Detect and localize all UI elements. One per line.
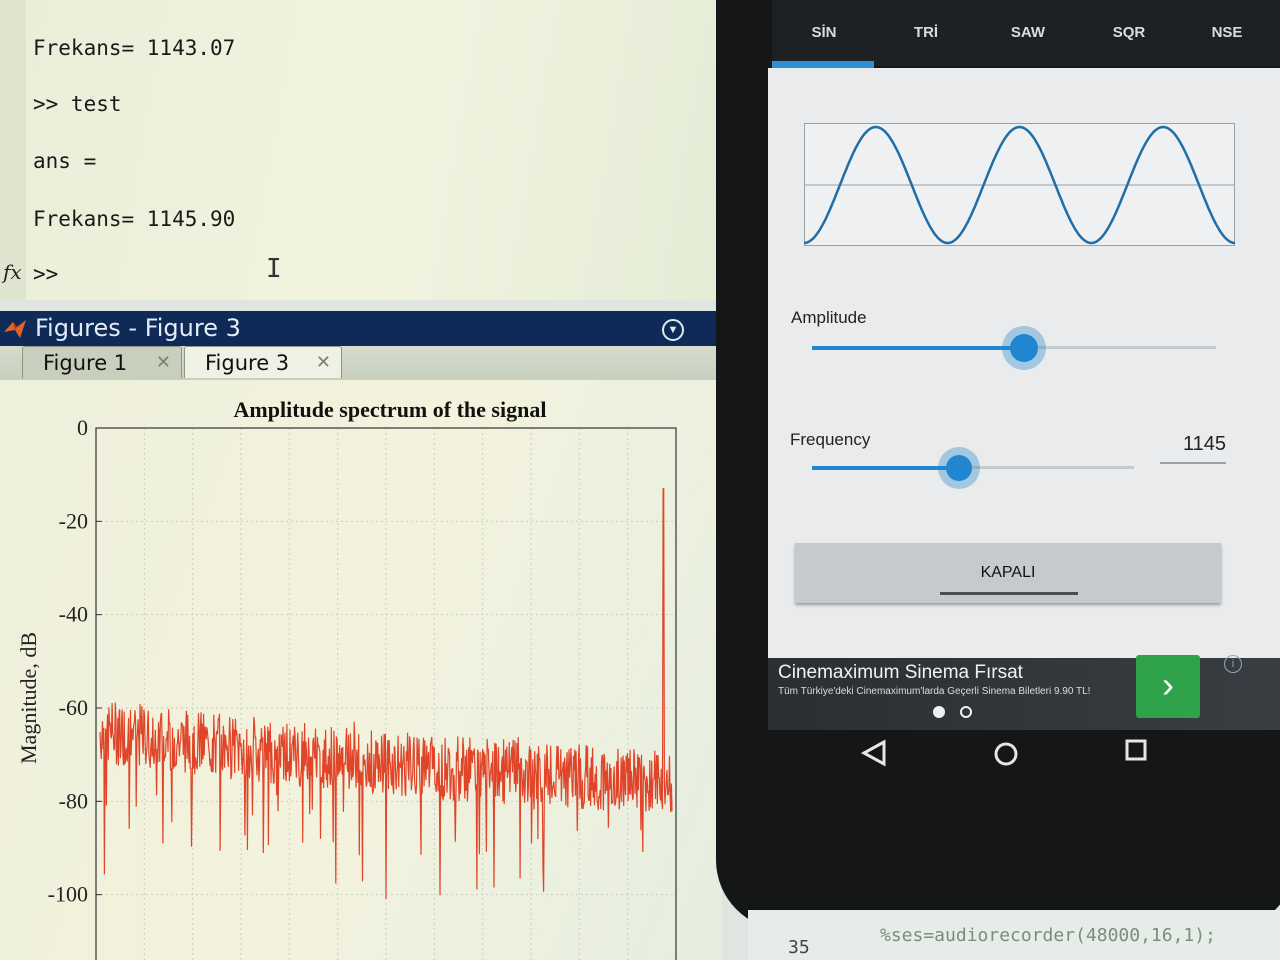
active-tab-indicator	[772, 61, 874, 68]
amplitude-spectrum-chart: Amplitude spectrum of the signal Magnitu…	[16, 397, 677, 960]
y-tick-label: -40	[59, 602, 88, 627]
close-icon[interactable]: ✕	[156, 347, 171, 379]
ad-page-dot[interactable]	[960, 706, 972, 718]
tab-triangle[interactable]: TRİ	[876, 24, 976, 41]
tab-square[interactable]: SQR	[1079, 24, 1179, 41]
chart-title: Amplitude spectrum of the signal	[234, 397, 547, 422]
amplitude-fill	[812, 346, 1024, 350]
frequency-slider[interactable]	[946, 455, 972, 481]
ad-description: Tüm Türkiye'deki Cinemaximum'larda Geçer…	[778, 686, 1091, 697]
y-axis-label: Magnitude, dB	[16, 632, 41, 764]
command-input-line: >> test	[33, 92, 122, 116]
y-tick-label: 0	[77, 415, 88, 440]
tab-sine[interactable]: SİN	[774, 24, 874, 41]
amplitude-label: Amplitude	[791, 308, 867, 327]
command-window-gutter	[0, 0, 26, 300]
figures-titlebar[interactable]: Figures - Figure 3 ▼	[0, 311, 722, 346]
command-window[interactable]: Frekans= 1143.07 >> test ans = Frekans= …	[0, 0, 720, 300]
back-icon[interactable]	[860, 738, 890, 768]
text-cursor-icon: I	[266, 254, 282, 284]
function-browser-icon[interactable]: fx	[3, 260, 22, 284]
ad-page-dot-active[interactable]	[933, 706, 945, 718]
command-output-line: Frekans= 1143.07	[33, 36, 236, 60]
ad-title: Cinemaximum Sinema Fırsat	[778, 662, 1023, 683]
tab-figure-3[interactable]: Figure 3 ✕	[184, 346, 342, 378]
y-tick-label: -20	[59, 508, 88, 533]
home-icon[interactable]	[992, 740, 1020, 768]
command-output-line: Frekans= 1145.90	[33, 207, 236, 231]
figure-tabstrip: Figure 1 ✕ Figure 3 ✕	[0, 346, 722, 381]
close-icon[interactable]: ✕	[316, 347, 331, 379]
figures-title: Figures - Figure 3	[35, 314, 241, 342]
toggle-underline	[940, 592, 1078, 595]
frequency-value-field[interactable]: 1145	[1160, 433, 1226, 464]
matlab-logo-icon	[4, 320, 26, 338]
line-number: 35	[788, 937, 810, 958]
window-menu-icon[interactable]: ▼	[662, 319, 684, 341]
command-output-line: ans =	[33, 149, 97, 173]
y-tick-label: -100	[48, 882, 88, 907]
code-line[interactable]: %ses=audiorecorder(48000,16,1);	[880, 925, 1216, 946]
chevron-right-icon[interactable]: ›	[1136, 655, 1200, 718]
tab-figure-1[interactable]: Figure 1 ✕	[22, 346, 182, 378]
frequency-fill	[812, 466, 960, 470]
frequency-label: Frequency	[790, 430, 871, 449]
tab-label: Figure 3	[205, 351, 290, 375]
info-icon[interactable]: i	[1224, 655, 1242, 673]
tab-noise[interactable]: NSE	[1177, 24, 1277, 41]
recents-icon[interactable]	[1124, 738, 1150, 764]
y-tick-label: -80	[59, 788, 88, 813]
tab-sawtooth[interactable]: SAW	[978, 24, 1078, 41]
y-tick-label: -60	[59, 695, 88, 720]
waveform-preview	[804, 123, 1236, 246]
command-prompt[interactable]: >>	[33, 262, 58, 286]
amplitude-slider[interactable]	[1010, 334, 1038, 362]
tab-label: Figure 1	[43, 351, 128, 375]
y-axis: 0 -20 -40 -60 -80 -100	[48, 415, 102, 907]
